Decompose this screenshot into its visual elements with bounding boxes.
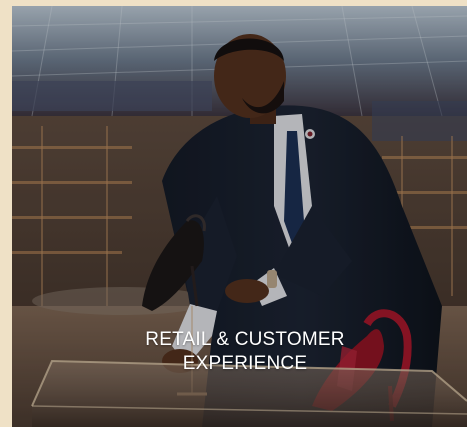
caption-line-2: EXPERIENCE xyxy=(182,353,308,374)
caption-line-1: RETAIL & CUSTOMER xyxy=(145,329,345,350)
feature-caption: RETAIL & CUSTOMER EXPERIENCE xyxy=(12,328,467,376)
retail-feature-card: RETAIL & CUSTOMER EXPERIENCE xyxy=(0,0,467,427)
